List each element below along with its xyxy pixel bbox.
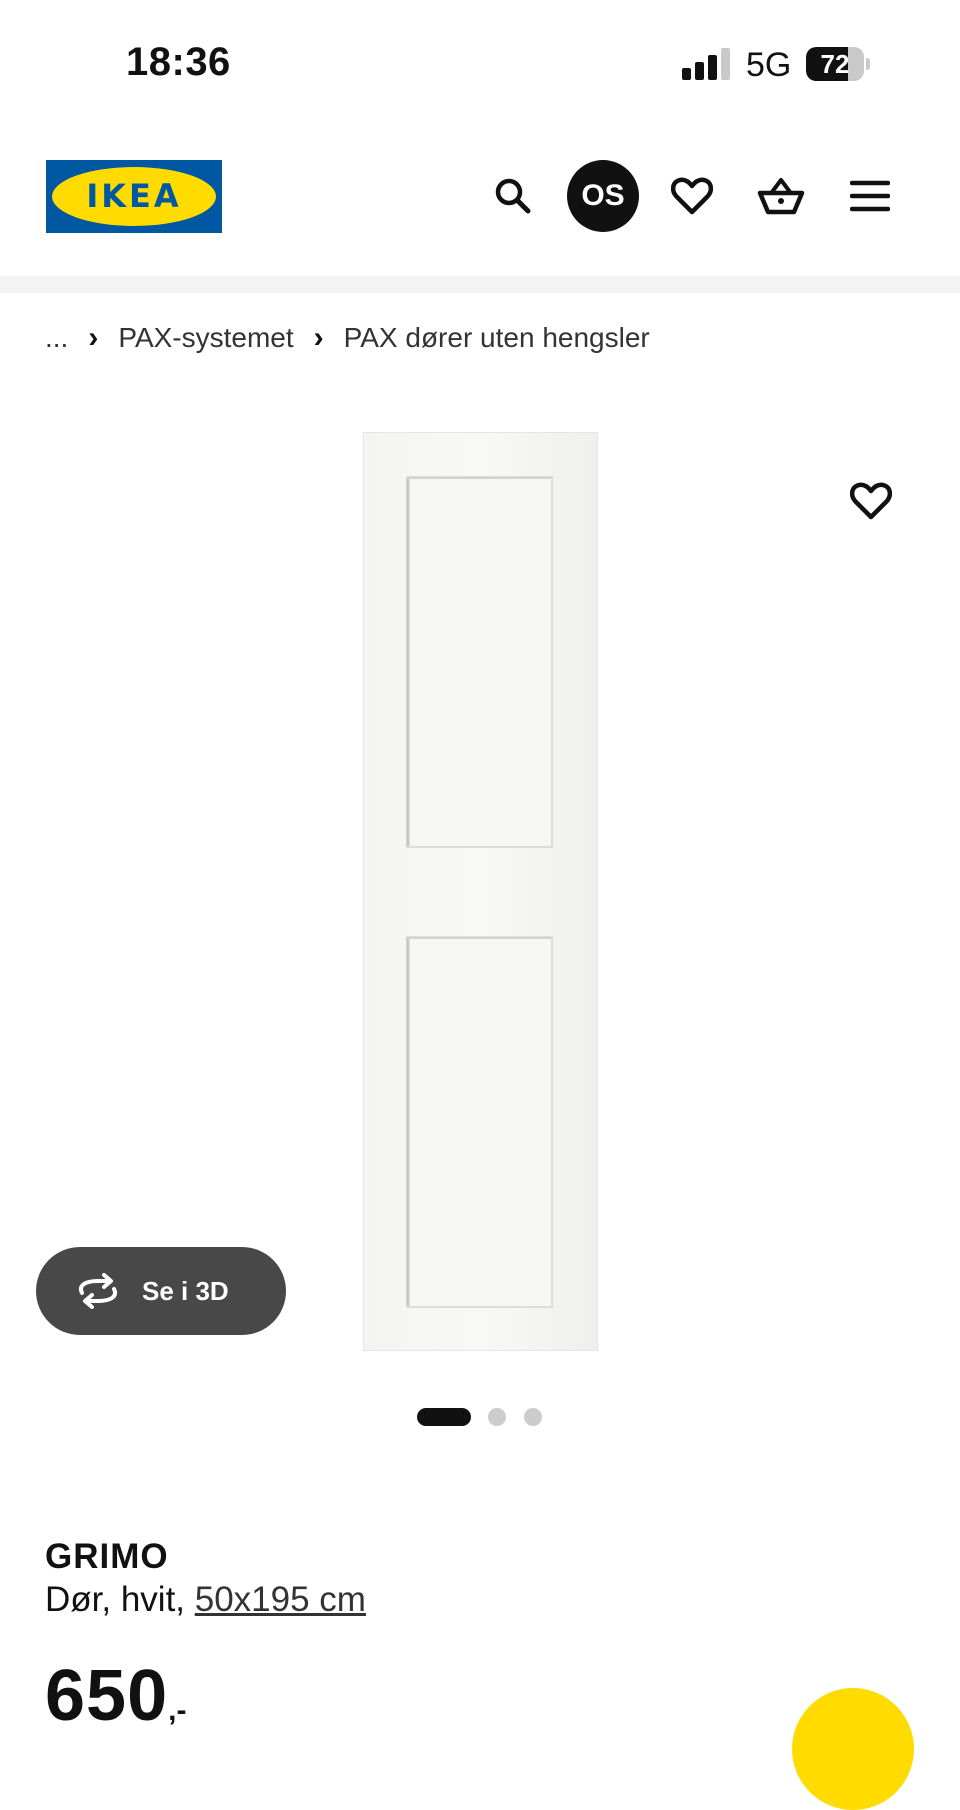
product-image[interactable] <box>363 432 598 1351</box>
menu-icon <box>850 180 890 212</box>
menu-button[interactable] <box>834 160 906 232</box>
heart-icon <box>850 482 892 520</box>
heart-icon <box>671 177 713 215</box>
product-size-link[interactable]: 50x195 cm <box>195 1580 366 1619</box>
battery-level: 72 <box>820 49 850 79</box>
profile-avatar-button[interactable]: OS <box>567 160 639 232</box>
chevron-right-icon: › <box>313 321 324 354</box>
product-price: 650,- <box>45 1655 186 1737</box>
breadcrumb-item-pax-system[interactable]: PAX-systemet <box>118 322 293 354</box>
chevron-right-icon: › <box>88 321 99 354</box>
network-type: 5G <box>746 46 792 84</box>
breadcrumb-item-pax-doors[interactable]: PAX dører uten hengsler <box>344 322 650 354</box>
product-description: Dør, hvit, 50x195 cm <box>45 1580 366 1620</box>
pagination-dot[interactable] <box>488 1408 506 1426</box>
basket-icon <box>757 178 805 215</box>
product-name: GRIMO <box>45 1537 169 1576</box>
pagination-dot[interactable] <box>524 1408 542 1426</box>
status-time: 18:36 <box>126 40 231 84</box>
pagination-dot-active[interactable] <box>417 1408 471 1426</box>
signal-strength-icon <box>682 48 730 80</box>
view-in-3d-button[interactable]: Se i 3D <box>36 1247 286 1335</box>
price-amount: 650 <box>45 1656 169 1736</box>
logo-text: IKEA <box>86 177 182 215</box>
add-to-favorites-button[interactable] <box>842 474 900 528</box>
site-header: IKEA OS <box>0 130 960 275</box>
view-in-3d-label: Se i 3D <box>142 1275 229 1306</box>
breadcrumb-ellipsis[interactable]: ... <box>45 322 68 354</box>
cart-button[interactable] <box>745 160 817 232</box>
favorites-button[interactable] <box>656 160 728 232</box>
breadcrumb: ... › PAX-systemet › PAX dører uten heng… <box>45 318 650 358</box>
search-button[interactable] <box>477 160 549 232</box>
battery-icon: 72 <box>806 47 870 81</box>
header-divider <box>0 276 960 293</box>
search-icon <box>495 178 531 214</box>
ikea-logo[interactable]: IKEA <box>46 160 222 233</box>
price-suffix: ,- <box>168 1694 187 1727</box>
rotate-3d-icon <box>79 1273 117 1309</box>
status-bar: 18:36 5G 72 <box>0 0 960 130</box>
product-description-text: Dør, hvit, <box>45 1580 195 1619</box>
add-to-cart-fab[interactable] <box>792 1688 914 1810</box>
